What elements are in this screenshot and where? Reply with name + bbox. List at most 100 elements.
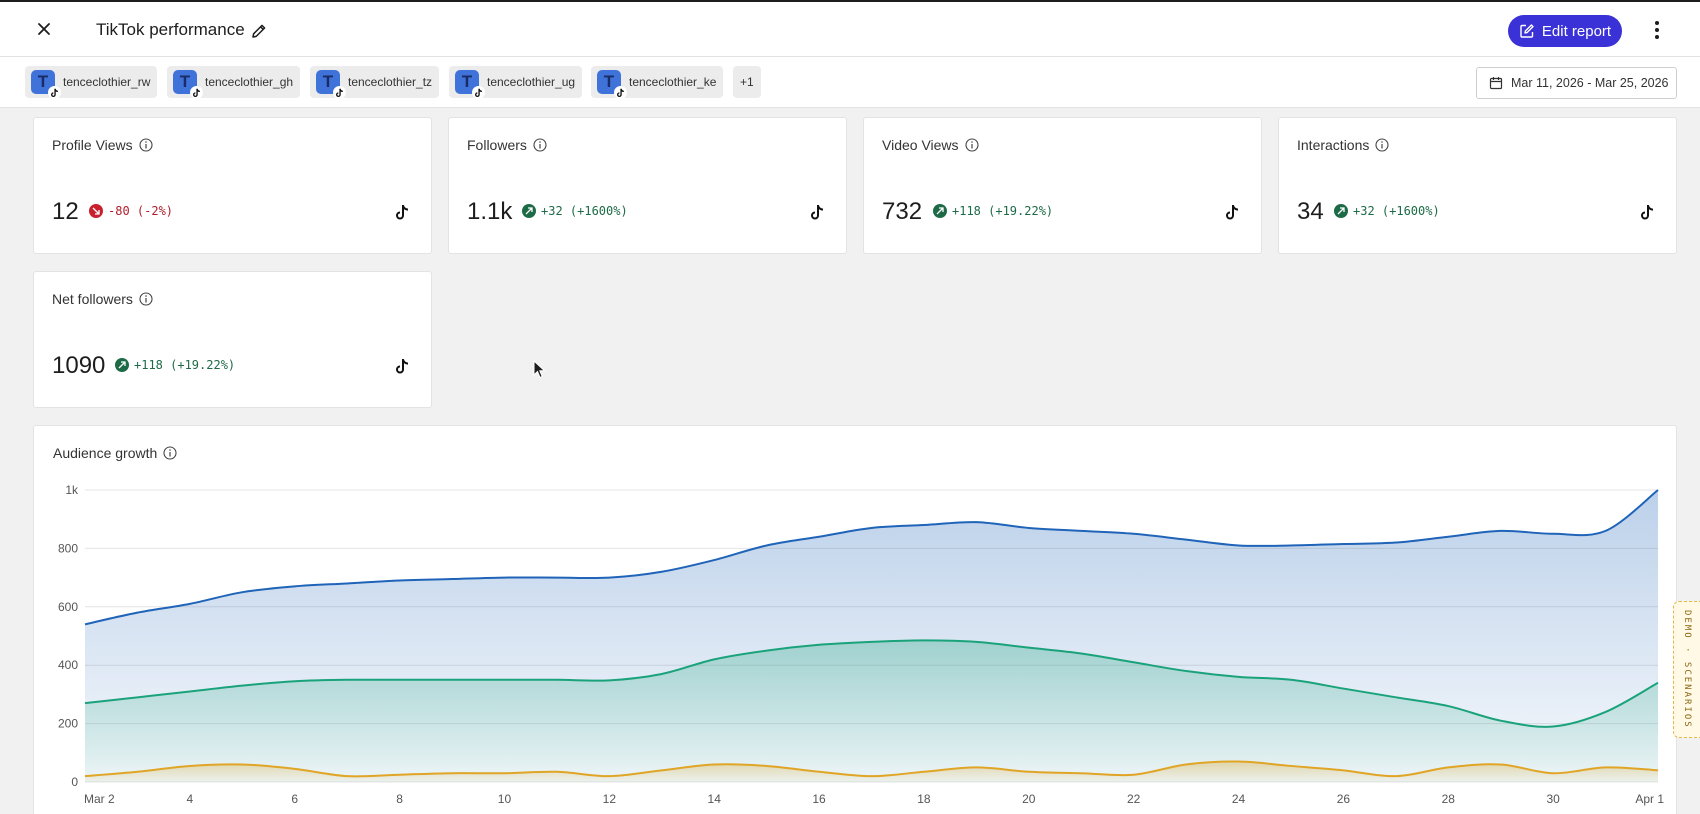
metric-value: 12 (52, 198, 79, 225)
trend-up-icon (933, 204, 947, 218)
page-title: TikTok performance (96, 20, 245, 39)
avatar: T (31, 70, 61, 99)
tiktok-icon (1226, 205, 1239, 220)
info-icon[interactable] (964, 138, 979, 152)
info-icon[interactable] (139, 292, 153, 306)
account-name: tenceclothier_tz (348, 75, 433, 89)
x-tick-label: 18 (917, 792, 931, 806)
trend-up-icon (1334, 204, 1348, 218)
metric-delta: +32 (+1600%) (1334, 204, 1440, 218)
edit-report-button[interactable]: Edit report (1508, 15, 1622, 47)
info-icon[interactable] (163, 446, 177, 460)
account-name: tenceclothier_ug (487, 75, 576, 89)
x-tick-label: 28 (1442, 792, 1456, 806)
x-tick-label: 20 (1022, 792, 1036, 806)
avatar: T (455, 70, 485, 99)
tiktok-icon (472, 86, 485, 99)
avatar: T (597, 70, 627, 99)
close-icon[interactable] (32, 17, 56, 41)
metric-card-followers: Followers 1.1k +32 (+1600%) (448, 117, 847, 254)
account-chip[interactable]: T tenceclothier_ug (449, 66, 583, 99)
x-tick-label: Mar 2 (84, 792, 115, 806)
kebab-icon[interactable] (1647, 18, 1667, 42)
tiktok-icon (811, 205, 824, 220)
metric-label: Net followers (52, 291, 133, 307)
x-tick-label: 24 (1232, 792, 1246, 806)
metric-label: Profile Views (52, 137, 133, 153)
metric-card-interactions: Interactions 34 +32 (+1600%) (1278, 117, 1677, 254)
metric-delta-text: +118 (+19.22%) (952, 204, 1054, 218)
tiktok-icon (396, 359, 409, 374)
info-icon[interactable] (139, 138, 153, 152)
demo-scenarios-tab[interactable]: DEMO · SCENARIOS (1673, 601, 1700, 738)
metric-delta: +32 (+1600%) (522, 204, 628, 218)
metric-delta: +118 (+19.22%) (115, 358, 235, 372)
metric-card-video-views: Video Views 732 +118 (+19.22%) (863, 117, 1262, 254)
mouse-cursor (533, 360, 546, 379)
metric-value: 1090 (52, 352, 106, 379)
account-chip[interactable]: T tenceclothier_rw (25, 66, 158, 99)
avatar: T (316, 70, 346, 99)
filter-bar: T tenceclothier_rw T tenceclothier_gh T … (0, 57, 1700, 108)
x-tick-label: 6 (291, 792, 298, 806)
tiktok-icon (614, 86, 627, 99)
x-tick-label: 4 (187, 792, 194, 806)
metric-value: 34 (1297, 198, 1324, 225)
x-tick-label: 26 (1337, 792, 1351, 806)
more-accounts-chip[interactable]: +1 (733, 66, 761, 98)
trend-up-icon (522, 204, 536, 218)
edit-report-icon (1520, 24, 1534, 38)
metric-card-net-followers: Net followers 1090 +118 (+19.22%) (33, 271, 432, 408)
trend-up-icon (115, 358, 129, 372)
metric-value: 1.1k (467, 198, 513, 225)
y-tick-label: 600 (58, 600, 78, 614)
y-tick-label: 400 (58, 658, 78, 672)
metric-delta-text: +118 (+19.22%) (134, 358, 236, 372)
y-tick-label: 0 (71, 775, 78, 789)
info-icon[interactable] (533, 138, 547, 152)
audience-growth-card: 0 200 400 600 800 1k Mar 2 4 6 8 10 12 14 16 18 20 22 24 2… (33, 425, 1677, 814)
x-tick-label: 12 (603, 792, 617, 806)
tiktok-icon (1641, 205, 1654, 220)
y-tick-label: 1k (65, 483, 79, 497)
tiktok-icon (190, 86, 203, 99)
info-icon[interactable] (1375, 138, 1389, 152)
calendar-icon (1489, 77, 1503, 90)
pencil-icon[interactable] (250, 22, 268, 40)
date-range-label: Mar 11, 2026 - Mar 25, 2026 (1511, 76, 1669, 90)
metric-delta: +118 (+19.22%) (933, 204, 1053, 218)
top-bar: TikTok performance Edit report (0, 0, 1700, 57)
account-chip[interactable]: T tenceclothier_tz (310, 66, 440, 99)
metric-card-profile-views: Profile Views 12 -80 (-2%) (33, 117, 432, 254)
x-tick-label: 22 (1127, 792, 1141, 806)
metric-delta-text: -80 (-2%) (108, 204, 174, 218)
x-tick-label: 14 (708, 792, 722, 806)
metric-delta-text: +32 (+1600%) (1353, 204, 1440, 218)
y-tick-label: 200 (58, 717, 78, 731)
metric-label: Followers (467, 137, 527, 153)
chart-title: Audience growth (53, 445, 158, 461)
metric-delta-text: +32 (+1600%) (541, 204, 628, 218)
trend-down-icon (89, 204, 103, 218)
audience-growth-chart: 0 200 400 600 800 1k Mar 2 4 6 8 10 12 14 16 18 20 22 24 2… (58, 483, 1664, 806)
date-range-picker[interactable]: Mar 11, 2026 - Mar 25, 2026 (1476, 67, 1677, 99)
account-chip[interactable]: T tenceclothier_ke (591, 66, 724, 99)
avatar: T (173, 70, 203, 99)
metric-label: Interactions (1297, 137, 1370, 153)
account-name: tenceclothier_rw (63, 75, 151, 89)
account-chip[interactable]: T tenceclothier_gh (167, 66, 301, 99)
x-tick-label: Apr 1 (1635, 792, 1664, 806)
account-name: tenceclothier_ke (629, 75, 717, 89)
metric-label: Video Views (882, 137, 959, 153)
x-tick-label: 8 (396, 792, 403, 806)
y-tick-label: 800 (58, 541, 78, 555)
tiktok-icon (333, 86, 346, 99)
tiktok-icon (48, 86, 61, 99)
tiktok-icon (396, 205, 409, 220)
x-tick-label: 10 (498, 792, 512, 806)
x-tick-label: 30 (1546, 792, 1560, 806)
edit-report-label: Edit report (1541, 22, 1612, 40)
x-tick-label: 16 (812, 792, 826, 806)
account-name: tenceclothier_gh (205, 75, 294, 89)
metric-delta: -80 (-2%) (89, 204, 173, 218)
